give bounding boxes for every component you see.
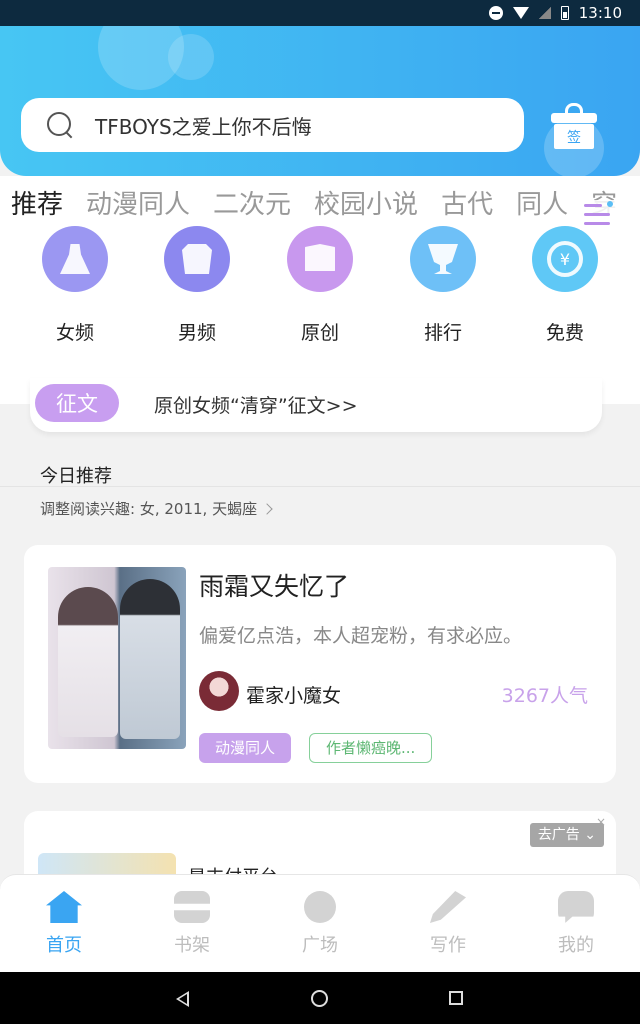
category-label: 女频 [55,322,94,344]
author-name[interactable]: 霍家小魔女 [246,681,341,708]
tab-menu-button[interactable] [580,200,616,230]
search-suggestion: TFBOYS之爱上你不后悔 [95,114,312,139]
nav-label: 广场 [302,935,338,956]
shirt-icon [182,244,212,274]
chat-icon [558,891,594,923]
nav-bookshelf[interactable]: 书架 [128,875,256,972]
nav-mine[interactable]: 我的 [512,875,640,972]
home-icon [46,891,82,923]
home-circle-icon[interactable] [311,990,328,1007]
do-not-disturb-icon [488,6,503,20]
status-time: 13:10 [578,4,622,22]
category-ranking[interactable]: 排行 [393,226,493,345]
chevron-right-icon [261,503,273,515]
bottom-nav: 首页 书架 广场 写作 我的 [0,874,640,972]
essay-badge: 征文 [35,384,119,422]
nav-home[interactable]: 首页 [0,875,128,972]
gift-icon: 签 [554,124,594,149]
status-bar: 13:10 [0,0,640,26]
book-cover [48,567,186,749]
search-icon [47,112,73,138]
book-title: 雨霜又失忆了 [199,572,350,601]
menu-line [584,222,610,225]
back-icon[interactable] [176,991,189,1007]
category-circle [287,226,353,292]
coin-icon: ¥ [547,241,583,277]
book-description: 偏爱亿点浩，本人超宠粉，有求必应。 [199,625,523,647]
nav-square[interactable]: 广场 [256,875,384,972]
trophy-icon [428,244,458,274]
gift-bow-icon [565,103,583,113]
tab-acg[interactable]: 二次元 [213,184,291,226]
category-original[interactable]: 原创 [270,226,370,345]
essay-text: 原创女频“清穿”征文>> [154,395,358,417]
nav-label: 书架 [174,935,210,956]
pen-icon [430,891,466,923]
nav-label: 写作 [430,935,466,956]
header: TFBOYS之爱上你不后悔 签 [0,26,640,176]
book-icon [305,244,335,271]
recents-icon[interactable] [449,991,463,1005]
interest-text: 调整阅读兴趣: 女, 2011, 天蝎座 [40,500,258,518]
decor-bubble [168,34,214,80]
author-tag[interactable]: 作者懒癌晚... [309,733,433,763]
category-shortcuts: 女频 男频 原创 排行 ¥ 免费 [0,226,640,346]
tab-ancient[interactable]: 古代 [441,184,493,226]
adjust-interest-link[interactable]: 调整阅读兴趣: 女, 2011, 天蝎座 [40,498,273,519]
menu-dot [607,201,613,207]
tab-anime-fanfic[interactable]: 动漫同人 [86,184,190,226]
menu-line [584,213,610,216]
nav-write[interactable]: 写作 [384,875,512,972]
planet-icon [304,891,336,923]
search-bar[interactable]: TFBOYS之爱上你不后悔 [21,98,524,152]
battery-icon [560,6,569,20]
cover-figure [58,587,118,737]
category-label: 原创 [300,322,339,344]
dress-icon [60,244,90,274]
essay-banner[interactable]: 征文 原创女频“清穿”征文>> [30,378,602,432]
book-card[interactable]: 雨霜又失忆了 偏爱亿点浩，本人超宠粉，有求必应。 霍家小魔女 3267人气 动漫… [24,545,616,783]
category-circle [410,226,476,292]
tab-recommend[interactable]: 推荐 [11,184,63,226]
checkin-gift-button[interactable]: 签 [551,103,597,149]
category-tabs: 推荐 动漫同人 二次元 校园小说 古代 同人 穿 [0,178,640,226]
divider [0,486,640,487]
category-tag[interactable]: 动漫同人 [199,733,292,763]
category-male[interactable]: 男频 [147,226,247,345]
wifi-icon [512,7,529,19]
remove-ad-button[interactable]: 去广告 ⌄ [529,823,604,847]
system-nav-bar [0,972,640,1024]
category-circle [42,226,108,292]
menu-line [584,204,602,207]
category-free[interactable]: ¥ 免费 [515,226,615,345]
nav-label: 我的 [558,935,594,956]
tab-campus[interactable]: 校园小说 [314,184,418,226]
section-title: 今日推荐 [40,466,112,487]
category-circle: ¥ [532,226,598,292]
cover-figure [120,579,180,739]
popularity-count: 3267人气 [501,685,588,707]
author-avatar[interactable] [199,671,239,711]
nav-label: 首页 [46,935,82,956]
tab-fanfic[interactable]: 同人 [516,184,568,226]
bookshelf-icon [174,891,210,923]
gift-lid [551,113,597,123]
category-label: 男频 [177,322,216,344]
category-label: 排行 [423,322,462,344]
category-label: 免费 [545,322,584,344]
category-circle [164,226,230,292]
no-signal-icon [538,7,551,19]
remove-ad-label: 去广告 [537,827,580,843]
category-female[interactable]: 女频 [25,226,125,345]
